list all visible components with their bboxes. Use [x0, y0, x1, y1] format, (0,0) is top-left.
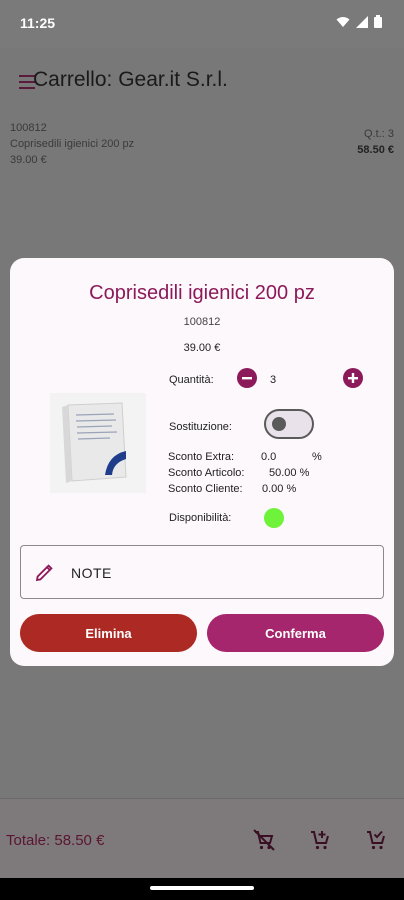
item-name: Coprisedili igienici 200 pz: [10, 138, 135, 150]
note-field[interactable]: NOTE: [20, 545, 384, 599]
confirm-button[interactable]: Conferma: [207, 614, 384, 652]
discount-extra-unit: %: [312, 451, 322, 463]
home-gesture-handle[interactable]: [150, 886, 254, 890]
cart-add-icon[interactable]: [308, 828, 332, 852]
product-code: 100812: [183, 316, 221, 328]
signal-icon: [356, 15, 368, 28]
substitution-toggle[interactable]: [264, 409, 314, 439]
product-image: [50, 393, 146, 493]
status-bar: 11:25: [0, 0, 404, 48]
item-total: 58.50 €: [357, 144, 394, 156]
substitution-label: Sostituzione:: [169, 421, 232, 433]
cart-total: Totale: 58.50 €: [6, 832, 105, 849]
note-label: NOTE: [71, 565, 112, 581]
discount-article-value: 50.00 %: [269, 467, 310, 479]
discount-extra-value: 0.0: [261, 451, 277, 463]
quantity-value: 3: [270, 374, 277, 386]
cart-list-item[interactable]: 100812 Coprisedili igienici 200 pz 39.00…: [10, 120, 394, 168]
pencil-icon: [35, 564, 53, 582]
availability-indicator: [264, 508, 284, 528]
discount-article-label: Sconto Articolo:: [168, 467, 245, 479]
status-icons: [336, 15, 382, 28]
discount-customer-value: 0.00 %: [262, 483, 297, 495]
battery-icon: [374, 15, 382, 28]
toggle-knob: [272, 417, 286, 431]
product-price: 39.00 €: [183, 342, 221, 354]
wifi-icon: [336, 16, 350, 27]
quantity-label: Quantità:: [169, 374, 214, 386]
product-dialog: Coprisedili igienici 200 pz 100812 39.00…: [10, 258, 394, 666]
availability-label: Disponibilità:: [169, 512, 232, 524]
status-time: 11:25: [20, 15, 56, 31]
cart-remove-icon[interactable]: [252, 828, 276, 852]
dialog-title: Coprisedili igienici 200 pz: [89, 282, 315, 304]
item-qty: Q.t.: 3: [364, 128, 394, 140]
plus-icon[interactable]: [343, 368, 363, 388]
delete-button[interactable]: Elimina: [20, 614, 197, 652]
item-code: 100812: [10, 122, 47, 134]
discount-extra-label: Sconto Extra:: [168, 451, 235, 463]
cart-check-icon[interactable]: [364, 828, 388, 852]
item-price: 39.00 €: [10, 154, 47, 166]
minus-icon[interactable]: [237, 368, 257, 388]
page-title: Carrello: Gear.it S.r.l.: [33, 68, 228, 91]
discount-customer-label: Sconto Cliente:: [168, 483, 243, 495]
